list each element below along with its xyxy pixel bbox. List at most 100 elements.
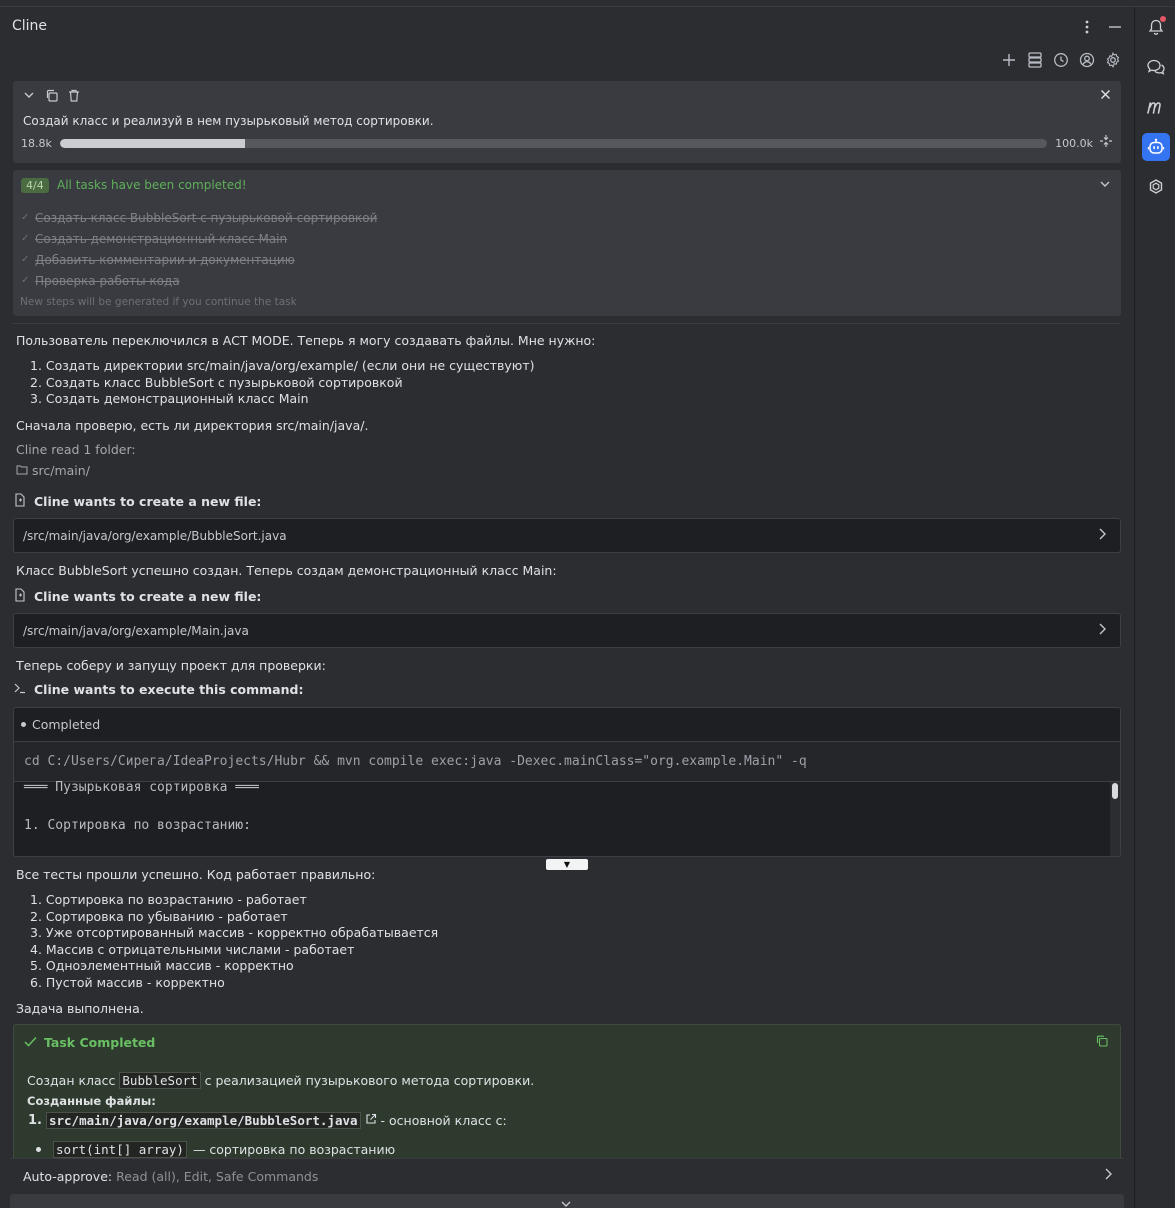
check-icon: ✓ xyxy=(21,275,30,286)
context-progress-bar xyxy=(59,138,1048,148)
create-file-header-2: Cline wants to create a new file: xyxy=(14,588,261,605)
check-icon: ✓ xyxy=(21,212,30,223)
compress-context-icon[interactable] xyxy=(1099,134,1113,152)
create-file-header-1: Cline wants to create a new file: xyxy=(14,493,261,510)
method-code: sort(int[] array) xyxy=(53,1141,187,1158)
todo-item: ✓ Проверка работы кода xyxy=(21,270,377,291)
plan-list: 1. Создать директории src/main/java/org/… xyxy=(30,358,535,408)
command-status: Completed xyxy=(14,708,1120,742)
task-completed-header: Task Completed xyxy=(24,1035,155,1050)
inline-code: BubbleSort xyxy=(119,1072,201,1089)
todo-item-text: Создать демонстрационный класс Main xyxy=(35,231,288,246)
command-status-text: Completed xyxy=(32,717,101,732)
todo-progress-badge: 4/4 xyxy=(21,178,49,193)
panel-titlebar: Cline xyxy=(0,7,1134,47)
todo-item: ✓ Создать класс BubbleSort с пузырьковой … xyxy=(21,207,377,228)
list-item: 6. Пустой массив - корректно xyxy=(30,974,225,990)
divider xyxy=(13,323,1121,324)
cline-robot-icon[interactable] xyxy=(1142,133,1170,161)
minimize-icon[interactable] xyxy=(1108,19,1122,35)
summary-text: Создан класс xyxy=(27,1073,120,1088)
auto-approve-bar[interactable]: Auto-approve: Read (all), Edit, Safe Com… xyxy=(10,1158,1124,1190)
chevron-right-icon[interactable] xyxy=(1096,527,1108,545)
tests-list: 1. Сортировка по возрастанию - работает … xyxy=(30,892,438,991)
scrollbar-thumb[interactable] xyxy=(1112,783,1118,799)
list-item: 4. Массив с отрицательными числами - раб… xyxy=(30,941,355,957)
summary-text: с реализацией пузырькового метода сортир… xyxy=(200,1073,535,1088)
file-row-main[interactable]: /src/main/java/org/example/Main.java xyxy=(13,613,1121,648)
list-item: 1. Сортировка по возрастанию - работает xyxy=(30,892,307,907)
command-output[interactable]: ═══ Пузырьковая сортировка ═══ 1. Сортир… xyxy=(14,780,1120,856)
create-file-label: Cline wants to create a new file: xyxy=(34,494,262,509)
task-header: Создай класс и реализуй в нем пузырьковы… xyxy=(13,81,1121,163)
m-plugin-icon[interactable] xyxy=(1142,93,1170,121)
list-item: 2. Создать класс BubbleSort с пузырьково… xyxy=(30,374,403,390)
copy-icon[interactable] xyxy=(45,89,58,106)
plus-icon[interactable] xyxy=(1000,51,1018,69)
chevron-right-icon[interactable] xyxy=(1096,622,1108,640)
message-after-file-1: Класс BubbleSort успешно создан. Теперь … xyxy=(16,563,557,578)
check-icon xyxy=(24,1035,37,1050)
output-line: ═══ Пузырьковая сортировка ═══ xyxy=(24,780,259,795)
message-tests-ok: Все тесты прошли успешно. Код работает п… xyxy=(16,867,376,882)
context-window-row: 18.8k 100.0k xyxy=(21,134,1113,152)
new-file-icon xyxy=(14,588,28,605)
read-folder-label: Cline read 1 folder: xyxy=(16,442,136,457)
panel-title: Cline xyxy=(12,18,48,34)
chevron-down-icon[interactable] xyxy=(560,1198,572,1208)
gear-icon[interactable] xyxy=(1104,51,1122,69)
database-icon[interactable] xyxy=(1026,51,1044,69)
execute-command-header: Cline wants to execute this command: xyxy=(14,682,303,697)
list-item: 3. Уже отсортированный массив - корректн… xyxy=(30,925,439,940)
task-completed-card: Task Completed Создан класс BubbleSort с… xyxy=(13,1024,1121,1169)
todo-items: ✓ Создать класс BubbleSort с пузырьковой … xyxy=(21,207,377,291)
folder-link[interactable]: src/main/ xyxy=(16,463,90,478)
history-icon[interactable] xyxy=(1052,51,1070,69)
todo-note: New steps will be generated if you conti… xyxy=(20,296,297,308)
context-progress-fill xyxy=(59,138,246,148)
copy-result-icon[interactable] xyxy=(1096,1035,1108,1051)
context-max-label: 100.0k xyxy=(1055,136,1093,150)
file-row-bubblesort[interactable]: /src/main/java/org/example/BubbleSort.ja… xyxy=(13,518,1121,553)
file-path-code: src/main/java/org/example/BubbleSort.jav… xyxy=(45,1112,361,1129)
context-used-label: 18.8k xyxy=(21,136,52,150)
method-desc: — сортировка по возрастанию xyxy=(192,1142,396,1157)
output-scrollbar[interactable] xyxy=(1110,782,1120,856)
create-file-label: Cline wants to create a new file: xyxy=(34,589,262,604)
chevron-right-icon[interactable] xyxy=(1102,1167,1114,1185)
chat-input-area[interactable] xyxy=(10,1194,1124,1208)
auto-approve-value: Read (all), Edit, Safe Commands xyxy=(116,1169,319,1184)
close-task-icon[interactable] xyxy=(1100,89,1111,104)
more-options-icon[interactable] xyxy=(1080,19,1094,35)
list-item: 5. Одноэлементный массив - корректно xyxy=(30,958,294,973)
list-item: 3. Создать демонстрационный класс Main xyxy=(30,391,309,406)
method-item: sort(int[] array) — сортировка по возрас… xyxy=(36,1141,395,1158)
task-completed-title: Task Completed xyxy=(44,1035,156,1050)
todo-item-text: Создать класс BubbleSort с пузырьковой с… xyxy=(35,210,378,225)
account-icon[interactable] xyxy=(1078,51,1096,69)
list-item: 2. Сортировка по убыванию - работает xyxy=(30,908,288,924)
command-line: cd C:/Users/Сирега/IdeaProjects/Hubr && … xyxy=(14,742,1120,782)
auto-approve-label: Auto-approve: xyxy=(23,1169,113,1184)
todo-chevron-down-icon[interactable] xyxy=(1099,178,1111,194)
check-icon: ✓ xyxy=(21,233,30,244)
cline-toolbar xyxy=(1000,51,1122,69)
openai-icon[interactable] xyxy=(1142,173,1170,201)
expand-output-button[interactable]: ▼ xyxy=(546,859,588,870)
file-path: /src/main/java/org/example/BubbleSort.ja… xyxy=(23,529,287,543)
open-file-link-icon[interactable] xyxy=(365,1113,377,1128)
todo-list-panel: 4/4 All tasks have been completed! ✓ Созд… xyxy=(13,170,1121,316)
check-icon: ✓ xyxy=(21,254,30,265)
window-top-edge xyxy=(0,0,1175,7)
notification-dot xyxy=(1160,16,1166,22)
created-files-heading: Созданные файлы: xyxy=(27,1094,156,1108)
file-path: /src/main/java/org/example/Main.java xyxy=(23,624,249,638)
delete-icon[interactable] xyxy=(68,89,80,106)
file-desc: - основной класс с: xyxy=(380,1113,507,1128)
list-item: 1. Создать директории src/main/java/org/… xyxy=(30,358,535,373)
collapse-chevron-icon[interactable] xyxy=(23,89,35,106)
status-dot-icon xyxy=(21,722,26,727)
task-text: Создай класс и реализуй в нем пузырьковы… xyxy=(23,114,434,128)
chat-icon[interactable] xyxy=(1142,53,1170,81)
notifications-icon[interactable] xyxy=(1142,13,1170,41)
